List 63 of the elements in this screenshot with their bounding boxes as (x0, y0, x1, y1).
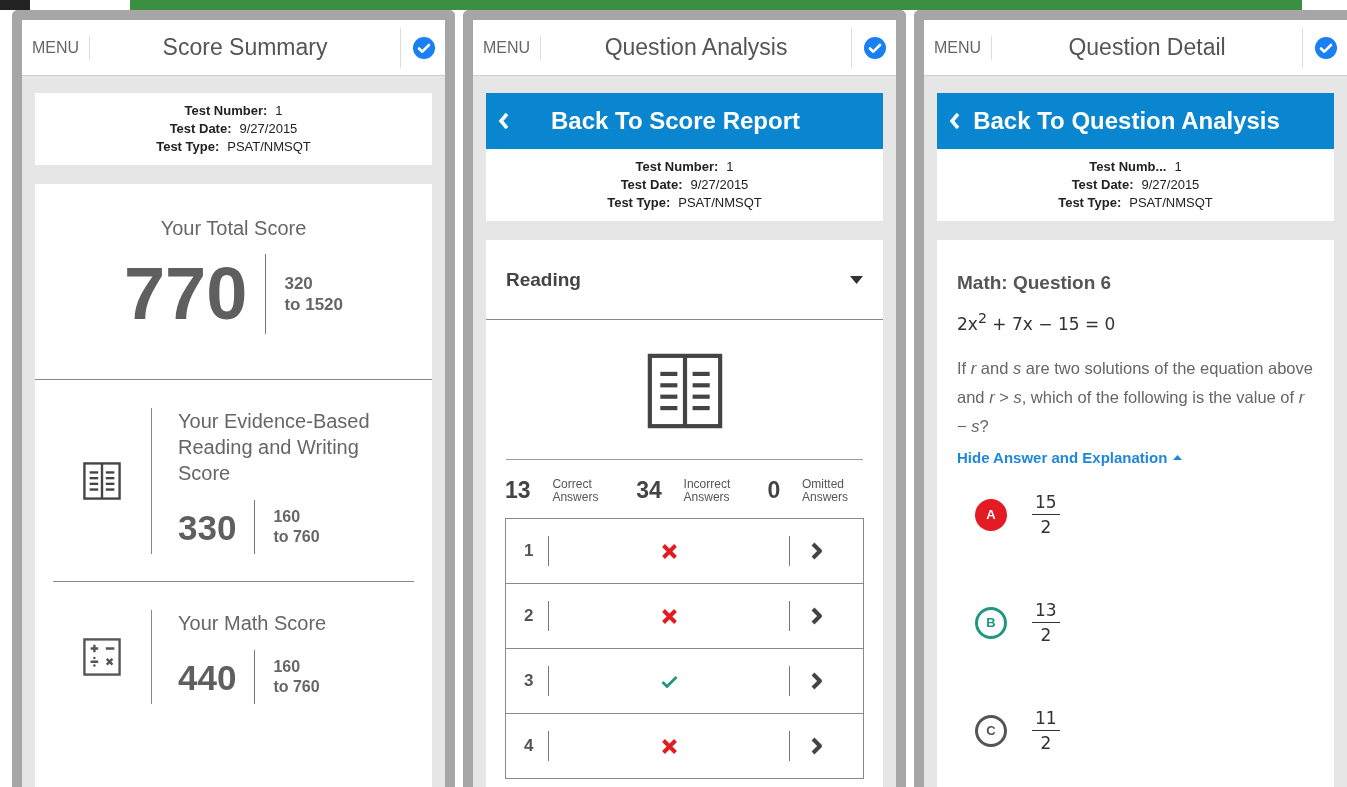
question-text: If r and s are two solutions of the equation above and r > s, which of the following is the value of r − s? (957, 357, 1313, 437)
checkmark-icon[interactable] (864, 36, 886, 59)
score-title: Your Math Score (178, 611, 328, 636)
section-score: 330 (178, 509, 237, 545)
test-info-line: Test Type: PSAT/NMSQT (1058, 195, 1213, 210)
answer-count-label: Omitted Answers (801, 477, 849, 504)
score-range: 320 to 1520 (284, 272, 344, 316)
chevron-right-icon (810, 606, 824, 626)
answer-count: 13 (505, 477, 531, 504)
fraction: 11 2 (1032, 708, 1060, 754)
test-info-line: Test Date: 9/27/2015 (1071, 177, 1200, 192)
equation: 2x$^{2}$ + 7x − 15 = 0 (957, 310, 1117, 334)
answer-count-label: Correct Answers (552, 477, 600, 504)
question-title: Math: Question 6 (957, 272, 1113, 294)
book-icon (646, 353, 723, 429)
checkmark-icon[interactable] (1315, 36, 1337, 59)
screen-title: Score Summary (161, 34, 329, 61)
book-icon (83, 462, 121, 500)
question-number: 2 (524, 606, 535, 626)
section-score: 440 (178, 659, 237, 695)
menu-button[interactable]: MENU (32, 35, 91, 60)
back-button[interactable]: Back To Question Analysis (937, 93, 1334, 149)
answer-choice[interactable]: C 11 2 (957, 675, 1060, 786)
answer-count: 34 (636, 477, 662, 504)
calculator-icon (83, 638, 121, 676)
caret-up-icon (1173, 454, 1183, 460)
screen-title: Question Analysis (603, 34, 789, 61)
dark-bar (0, 0, 30, 10)
test-info-line: Test Date: 9/27/2015 (620, 177, 749, 192)
test-info-line: Test Type: PSAT/NMSQT (607, 195, 762, 210)
back-button[interactable]: Back To Score Report (486, 93, 883, 149)
choice-letter: C (975, 714, 1007, 747)
caret-icon (850, 275, 863, 284)
test-info-line: Test Date: 9/27/2015 (169, 121, 298, 136)
choice-letter: B (975, 606, 1007, 639)
question-number: 1 (524, 541, 535, 561)
answer-choice[interactable]: B 13 2 (957, 567, 1060, 678)
hide-answer-link[interactable]: Hide Answer and Explanation (957, 448, 1314, 466)
answer-count: 0 (767, 477, 781, 504)
total-score: 770 (123, 257, 248, 331)
checkmark-icon[interactable] (413, 36, 435, 59)
test-info-line: Test Number: 1 (184, 103, 283, 118)
score-title: Your Total Score (160, 217, 307, 240)
test-info-line: Test Numb... 1 (1089, 159, 1182, 174)
question-number: 3 (524, 671, 535, 691)
score-range: 160 to 760 (273, 657, 320, 697)
test-info-line: Test Type: PSAT/NMSQT (156, 139, 311, 154)
score-title: Your Evidence-Based Reading and Writing Score (178, 409, 371, 486)
fraction: 13 2 (1032, 600, 1060, 646)
answer-count-label: Incorrect Answers (683, 477, 732, 504)
score-range: 160 to 760 (273, 507, 320, 547)
back-chevron-icon (949, 111, 961, 131)
choice-letter: A (975, 498, 1007, 531)
back-chevron-icon (498, 111, 510, 131)
menu-button[interactable]: MENU (934, 35, 993, 60)
fraction: 15 2 (1032, 492, 1060, 538)
test-info-line: Test Number: 1 (635, 159, 734, 174)
screen-title: Question Detail (1067, 34, 1227, 61)
question-number: 4 (524, 736, 535, 756)
chevron-right-icon (810, 736, 824, 756)
chevron-right-icon (810, 541, 824, 561)
chevron-right-icon (810, 671, 824, 691)
menu-button[interactable]: MENU (483, 35, 542, 60)
